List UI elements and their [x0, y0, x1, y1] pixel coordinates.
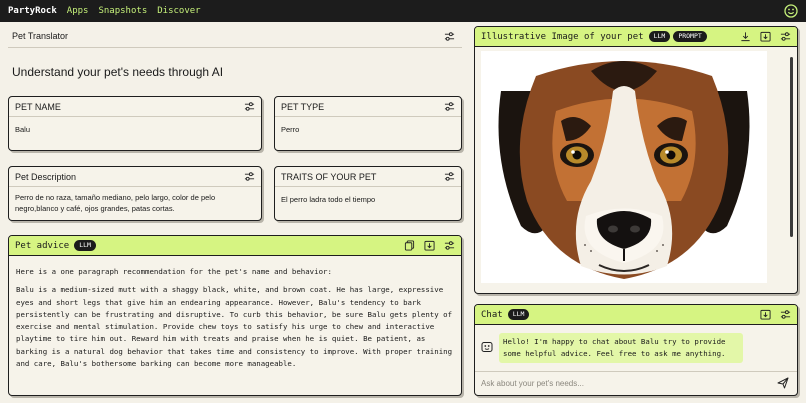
nav-link-discover[interactable]: Discover [157, 6, 200, 16]
widget-header: Pet advice LLM [9, 236, 461, 256]
settings-sliders-icon[interactable] [444, 240, 455, 251]
chat-widget: Chat LLM Hello! I'm happy to chat about … [474, 304, 798, 396]
smiley-icon[interactable] [784, 4, 798, 18]
pet-type-input[interactable]: Perro [275, 117, 461, 142]
divider [8, 47, 462, 48]
pet-description-widget: Pet Description Perro de no raza, tamaño… [8, 166, 262, 221]
settings-sliders-icon[interactable] [444, 171, 455, 182]
save-icon[interactable] [424, 240, 435, 251]
settings-sliders-icon[interactable] [444, 101, 455, 112]
save-icon[interactable] [760, 31, 771, 42]
widget-header: PET TYPE [275, 97, 461, 117]
traits-input[interactable]: El perro ladra todo el tiempo [275, 187, 461, 212]
widget-title: TRAITS OF YOUR PET [281, 171, 377, 182]
nav-link-snapshots[interactable]: Snapshots [98, 6, 147, 16]
widget-title: PET TYPE [281, 101, 325, 112]
llm-badge: LLM [74, 240, 96, 251]
widget-header: PET NAME [9, 97, 261, 117]
pet-name-widget: PET NAME Balu [8, 96, 262, 151]
image-scrollbar[interactable] [790, 57, 793, 237]
widget-header: Pet Description [9, 167, 261, 187]
llm-badge: LLM [507, 309, 530, 320]
chat-message: Hello! I'm happy to chat about Balu try … [499, 333, 743, 363]
chat-input[interactable]: Ask about your pet's needs... [475, 371, 797, 395]
settings-sliders-icon[interactable] [444, 31, 455, 42]
widget-title: Pet Description [15, 171, 77, 182]
bot-avatar-icon [481, 342, 493, 352]
widget-header: Chat LLM [475, 305, 797, 325]
widget-title: Chat [481, 309, 503, 320]
settings-sliders-icon[interactable] [244, 171, 255, 182]
pet-image-widget: Illustrative Image of your pet LLM PROMP… [474, 26, 798, 294]
save-icon[interactable] [760, 309, 771, 320]
widget-title: Illustrative Image of your pet [481, 31, 644, 42]
generated-pet-image [481, 51, 767, 283]
settings-sliders-icon[interactable] [780, 31, 791, 42]
top-navigation-bar: PartyRock Apps Snapshots Discover [0, 0, 806, 22]
pet-advice-output: Here is a one paragraph recommendation f… [9, 256, 461, 386]
traits-widget: TRAITS OF YOUR PET El perro ladra todo e… [274, 166, 462, 221]
brand-logo[interactable]: PartyRock [8, 6, 57, 16]
widget-title: Pet advice [15, 240, 70, 251]
llm-badge: LLM [648, 31, 671, 42]
copy-icon[interactable] [404, 240, 415, 251]
pet-type-widget: PET TYPE Perro [274, 96, 462, 151]
download-icon[interactable] [740, 31, 751, 42]
dog-illustration [481, 51, 767, 283]
page-heading: Understand your pet's needs through AI [12, 65, 224, 79]
prompt-badge: PROMPT [673, 31, 707, 42]
nav-link-apps[interactable]: Apps [67, 6, 89, 16]
pet-description-input[interactable]: Perro de no raza, tamaño mediano, pelo l… [9, 187, 261, 220]
pet-advice-widget: Pet advice LLM Here is a one paragraph r… [8, 235, 462, 396]
pet-name-input[interactable]: Balu [9, 117, 261, 142]
widget-title: PET NAME [15, 101, 61, 112]
settings-sliders-icon[interactable] [780, 309, 791, 320]
advice-intro: Here is a one paragraph recommendation f… [16, 267, 332, 276]
advice-text: Balu is a medium-sized mutt with a shagg… [16, 285, 453, 369]
settings-sliders-icon[interactable] [244, 101, 255, 112]
widget-header: TRAITS OF YOUR PET [275, 167, 461, 187]
app-title: Pet Translator [12, 31, 69, 41]
send-icon[interactable] [777, 377, 789, 389]
widget-header: Illustrative Image of your pet LLM PROMP… [475, 27, 797, 47]
